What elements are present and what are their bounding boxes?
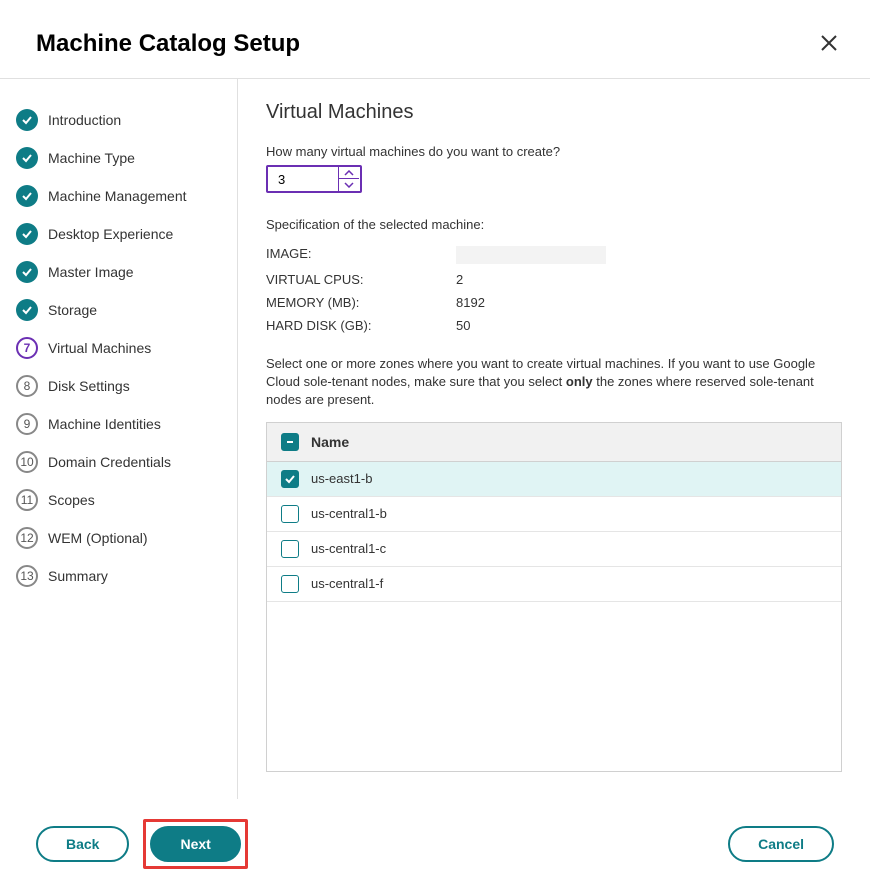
zone-row[interactable]: us-central1-c bbox=[267, 532, 841, 567]
zone-checkbox[interactable] bbox=[281, 540, 299, 558]
spec-row-image: IMAGE: bbox=[266, 242, 842, 268]
checkmark-icon bbox=[16, 109, 38, 131]
zone-checkbox[interactable] bbox=[281, 470, 299, 488]
stepper-up-icon[interactable] bbox=[339, 167, 359, 179]
sidebar-item-storage[interactable]: Storage bbox=[16, 291, 237, 329]
checkmark-icon bbox=[16, 299, 38, 321]
sidebar-item-label: Disk Settings bbox=[48, 378, 130, 394]
spec-section-title: Specification of the selected machine: bbox=[266, 217, 842, 232]
wizard-sidebar: Introduction Machine Type Machine Manage… bbox=[0, 79, 238, 799]
sidebar-item-label: Summary bbox=[48, 568, 108, 584]
checkmark-icon bbox=[16, 185, 38, 207]
checkmark-icon bbox=[16, 223, 38, 245]
sidebar-item-machine-type[interactable]: Machine Type bbox=[16, 139, 237, 177]
stepper-down-icon[interactable] bbox=[339, 179, 359, 191]
spec-row-memory: MEMORY (MB): 8192 bbox=[266, 291, 842, 314]
zones-table-header: Name bbox=[267, 423, 841, 462]
column-header-name: Name bbox=[311, 434, 349, 450]
spec-value: 2 bbox=[456, 272, 463, 287]
sidebar-item-domain-credentials[interactable]: 10 Domain Credentials bbox=[16, 443, 237, 481]
step-number-icon: 9 bbox=[16, 413, 38, 435]
spec-value-image bbox=[456, 246, 606, 264]
sidebar-item-label: Virtual Machines bbox=[48, 340, 151, 356]
sidebar-item-scopes[interactable]: 11 Scopes bbox=[16, 481, 237, 519]
sidebar-item-label: Machine Identities bbox=[48, 416, 161, 432]
step-number-icon: 7 bbox=[16, 337, 38, 359]
sidebar-item-machine-management[interactable]: Machine Management bbox=[16, 177, 237, 215]
sidebar-item-summary[interactable]: 13 Summary bbox=[16, 557, 237, 595]
sidebar-item-label: Desktop Experience bbox=[48, 226, 173, 242]
spec-row-vcpu: VIRTUAL CPUS: 2 bbox=[266, 268, 842, 291]
sidebar-item-label: Domain Credentials bbox=[48, 454, 171, 470]
step-number-icon: 8 bbox=[16, 375, 38, 397]
sidebar-item-label: Machine Type bbox=[48, 150, 135, 166]
checkmark-icon bbox=[16, 261, 38, 283]
step-number-icon: 10 bbox=[16, 451, 38, 473]
zone-row[interactable]: us-east1-b bbox=[267, 462, 841, 497]
sidebar-item-label: Scopes bbox=[48, 492, 95, 508]
zones-table: Name us-east1-b us-central1-b us-central… bbox=[266, 422, 842, 772]
page-title: Virtual Machines bbox=[266, 101, 842, 124]
back-button[interactable]: Back bbox=[36, 826, 129, 862]
zone-name: us-central1-f bbox=[311, 576, 383, 591]
step-number-icon: 11 bbox=[16, 489, 38, 511]
sidebar-item-label: Master Image bbox=[48, 264, 134, 280]
zones-instruction: Select one or more zones where you want … bbox=[266, 355, 842, 410]
zone-name: us-east1-b bbox=[311, 471, 372, 486]
sidebar-item-label: WEM (Optional) bbox=[48, 530, 148, 546]
sidebar-item-machine-identities[interactable]: 9 Machine Identities bbox=[16, 405, 237, 443]
step-number-icon: 12 bbox=[16, 527, 38, 549]
sidebar-item-desktop-experience[interactable]: Desktop Experience bbox=[16, 215, 237, 253]
sidebar-item-wem[interactable]: 12 WEM (Optional) bbox=[16, 519, 237, 557]
dialog-title: Machine Catalog Setup bbox=[36, 30, 300, 58]
sidebar-item-virtual-machines[interactable]: 7 Virtual Machines bbox=[16, 329, 237, 367]
checkmark-icon bbox=[16, 147, 38, 169]
spec-value: 8192 bbox=[456, 295, 485, 310]
spec-row-disk: HARD DISK (GB): 50 bbox=[266, 314, 842, 337]
step-number-icon: 13 bbox=[16, 565, 38, 587]
zone-name: us-central1-c bbox=[311, 541, 386, 556]
spec-value: 50 bbox=[456, 318, 470, 333]
main-panel: Virtual Machines How many virtual machin… bbox=[238, 79, 870, 799]
sidebar-item-disk-settings[interactable]: 8 Disk Settings bbox=[16, 367, 237, 405]
vm-count-label: How many virtual machines do you want to… bbox=[266, 144, 842, 159]
close-icon[interactable] bbox=[818, 32, 840, 57]
spec-label: HARD DISK (GB): bbox=[266, 318, 456, 333]
zone-name: us-central1-b bbox=[311, 506, 387, 521]
zone-row[interactable]: us-central1-f bbox=[267, 567, 841, 602]
sidebar-item-label: Storage bbox=[48, 302, 97, 318]
spec-label: MEMORY (MB): bbox=[266, 295, 456, 310]
sidebar-item-label: Introduction bbox=[48, 112, 121, 128]
spec-label: VIRTUAL CPUS: bbox=[266, 272, 456, 287]
cancel-button[interactable]: Cancel bbox=[728, 826, 834, 862]
next-button[interactable]: Next bbox=[150, 826, 240, 862]
dialog-header: Machine Catalog Setup bbox=[0, 0, 870, 78]
select-all-checkbox[interactable] bbox=[281, 433, 299, 451]
sidebar-item-master-image[interactable]: Master Image bbox=[16, 253, 237, 291]
zone-checkbox[interactable] bbox=[281, 575, 299, 593]
next-button-highlight: Next bbox=[143, 819, 247, 869]
vm-count-stepper[interactable] bbox=[266, 165, 362, 193]
zone-checkbox[interactable] bbox=[281, 505, 299, 523]
dialog-footer: Back Next Cancel bbox=[0, 799, 870, 889]
sidebar-item-label: Machine Management bbox=[48, 188, 187, 204]
vm-count-input[interactable] bbox=[268, 167, 338, 191]
sidebar-item-introduction[interactable]: Introduction bbox=[16, 101, 237, 139]
spec-label: IMAGE: bbox=[266, 246, 456, 264]
zone-row[interactable]: us-central1-b bbox=[267, 497, 841, 532]
